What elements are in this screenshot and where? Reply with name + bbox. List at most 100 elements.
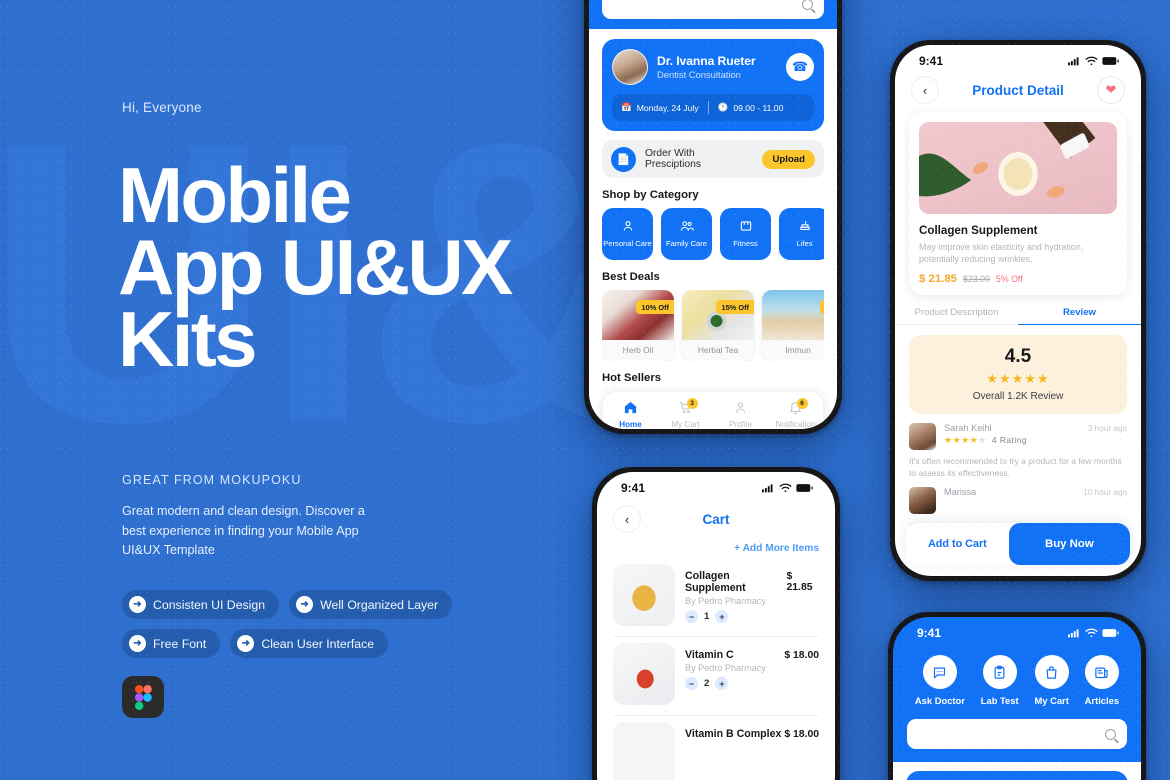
feature-chip-list: ➜ Consisten UI Design ➜ Well Organized L… [122, 590, 453, 668]
add-to-cart-button[interactable]: Add to Cart [906, 523, 1009, 565]
cart-header: ‹ Cart [597, 497, 835, 537]
product-card: Collagen Supplement May improve skin ela… [909, 112, 1127, 295]
cart-item-info: Vitamin C $ 18.00 By Pedro Pharmacy − 2 … [685, 643, 819, 690]
search-icon [802, 0, 813, 10]
calendar-icon: 📅 [621, 102, 632, 112]
decrease-quantity-button[interactable]: − [685, 610, 698, 623]
deal-card[interactable]: 15% Off Herbal Tea [682, 290, 754, 361]
tab-review[interactable]: Review [1018, 307, 1141, 325]
avatar [909, 422, 936, 450]
feature-chip[interactable]: ➜ Well Organized Layer [289, 590, 453, 619]
tab-profile[interactable]: Profile [713, 392, 768, 429]
search-input[interactable] [907, 719, 1127, 749]
category-personal-care[interactable]: Personal Care [602, 208, 653, 260]
category-fitness[interactable]: Fitness [720, 208, 771, 260]
buy-now-button[interactable]: Buy Now [1008, 523, 1130, 565]
quick-action-articles[interactable]: Articles [1085, 655, 1119, 706]
tab-notification[interactable]: 6 Notification [768, 392, 823, 429]
deal-card[interactable]: 1 Immun [762, 290, 824, 361]
clock-icon: 🕐 [717, 102, 729, 112]
heart-icon[interactable]: ❤ [1097, 76, 1125, 104]
signal-icon [1068, 629, 1079, 638]
feature-chip[interactable]: ➜ Free Font [122, 629, 221, 658]
cart-item-row[interactable]: Vitamin B Complex $ 18.00 [597, 716, 835, 780]
appointment-date-text: Monday, 24 July [636, 102, 699, 113]
status-bar: 9:41 [597, 472, 835, 497]
review-item: Sarah Keihl 3 hour ago ★★★★★ 4 Rating [895, 414, 1141, 450]
wifi-icon [779, 483, 792, 493]
page-title: Mobile App UI&UX Kits [118, 156, 513, 377]
doctor-subtitle: Dentist Consultation [657, 69, 741, 80]
review-header: Marissa 10 hour ago [944, 487, 1127, 497]
tab-product-description[interactable]: Product Description [895, 307, 1018, 325]
greeting-text: Hi, Everyone [122, 100, 202, 115]
person-icon [733, 400, 748, 417]
quantity-value: 2 [704, 678, 710, 689]
doctor-identity: Dr. Ivanna Rueter Dentist Consultation [657, 54, 756, 80]
category-section-title: Shop by Category [602, 189, 699, 201]
deal-badge: 15% Off [716, 300, 754, 314]
quick-action-list: Ask Doctor Lab Test My Cart Articles [893, 642, 1141, 706]
category-label: Fitness [733, 239, 758, 248]
review-header: Sarah Keihl 3 hour ago [944, 423, 1127, 433]
review-body: Marissa 10 hour ago [944, 487, 1127, 514]
document-icon: 📄 [611, 146, 636, 172]
product-description: May improve skin elasticity and hydratio… [919, 242, 1084, 265]
category-list: Personal Care Family Care Fitness Lifes [602, 208, 824, 260]
title-line-2: App UI&UX [118, 222, 513, 311]
tab-home[interactable]: Home [603, 392, 658, 429]
tab-my-cart[interactable]: 3 My Cart [658, 392, 713, 429]
lifestyle-icon [798, 219, 812, 236]
deal-card[interactable]: 10% Off Herb Oil [602, 290, 674, 361]
tab-label: Profile [729, 419, 752, 429]
quick-action-lab-test[interactable]: Lab Test [981, 655, 1019, 706]
product-thumbnail [613, 564, 675, 626]
description-paragraph: Great modern and clean design. Discover … [122, 504, 365, 558]
review-time: 10 hour ago [1083, 487, 1127, 497]
increase-quantity-button[interactable]: + [715, 610, 729, 623]
wifi-icon [1085, 628, 1098, 638]
cart-item-top: Vitamin C $ 18.00 [685, 649, 819, 661]
category-label: Lifes [796, 239, 813, 248]
deal-name: Immun [785, 345, 811, 355]
deal-badge: 10% Off [636, 300, 674, 314]
cart-item-row[interactable]: Vitamin C $ 18.00 By Pedro Pharmacy − 2 … [597, 637, 835, 705]
appointment-time: 🕐 09.00 - 11.00 [709, 102, 793, 113]
cart-item-name: Vitamin C [685, 649, 734, 661]
increase-quantity-button[interactable]: + [715, 677, 729, 690]
quick-action-label: Lab Test [980, 695, 1019, 706]
back-button[interactable]: ‹ [911, 76, 939, 104]
quick-action-my-cart[interactable]: My Cart [1034, 655, 1069, 706]
doctor-appointment-card[interactable]: Dr. Ivanna Rueter ☎ [906, 771, 1128, 780]
deals-list: 10% Off Herb Oil 15% Off Herbal Tea 1 Im… [602, 290, 824, 361]
signal-icon [762, 484, 773, 493]
quantity-stepper[interactable]: − 1 + [685, 610, 819, 623]
quantity-stepper[interactable]: − 2 + [685, 677, 819, 690]
decrease-quantity-button[interactable]: − [685, 677, 698, 690]
doctor-appointment-card[interactable]: Dr. Ivanna Rueter Dentist Consultation ☎… [602, 39, 824, 131]
person-icon [621, 219, 635, 236]
upload-button[interactable]: Upload [762, 149, 815, 169]
prescription-order-row[interactable]: 📄 Order With Presciptions Upload [602, 140, 824, 178]
product-detail-tabs: Product Description Review [895, 307, 1141, 325]
add-more-items-button[interactable]: + Add More Items [597, 537, 835, 558]
product-image [919, 122, 1117, 214]
category-family-care[interactable]: Family Care [661, 208, 712, 260]
category-lifestyle[interactable]: Lifes [779, 208, 824, 260]
home-body: Dr. Ivanna Rueter Dentist Consultation ☎… [589, 29, 837, 429]
cart-item-row[interactable]: Collagen Supplement $ 21.85 By Pedro Pha… [597, 558, 835, 626]
deal-image: 1 [762, 290, 824, 340]
status-time: 9:41 [917, 626, 942, 640]
feature-chip-label: Well Organized Layer [320, 597, 439, 612]
feature-chip[interactable]: ➜ Consisten UI Design [122, 590, 280, 619]
home-icon [623, 400, 638, 417]
avatar [612, 49, 648, 85]
product-detail-footer: Add to Cart Buy Now [906, 523, 1130, 565]
search-input[interactable] [602, 0, 824, 19]
signal-icon [1068, 57, 1079, 66]
bag-icon [1034, 655, 1069, 689]
feature-chip[interactable]: ➜ Clean User Interface [230, 629, 389, 658]
phone-icon[interactable]: ☎ [786, 53, 814, 81]
status-icons [1068, 628, 1119, 638]
quick-action-ask-doctor[interactable]: Ask Doctor [915, 655, 965, 706]
